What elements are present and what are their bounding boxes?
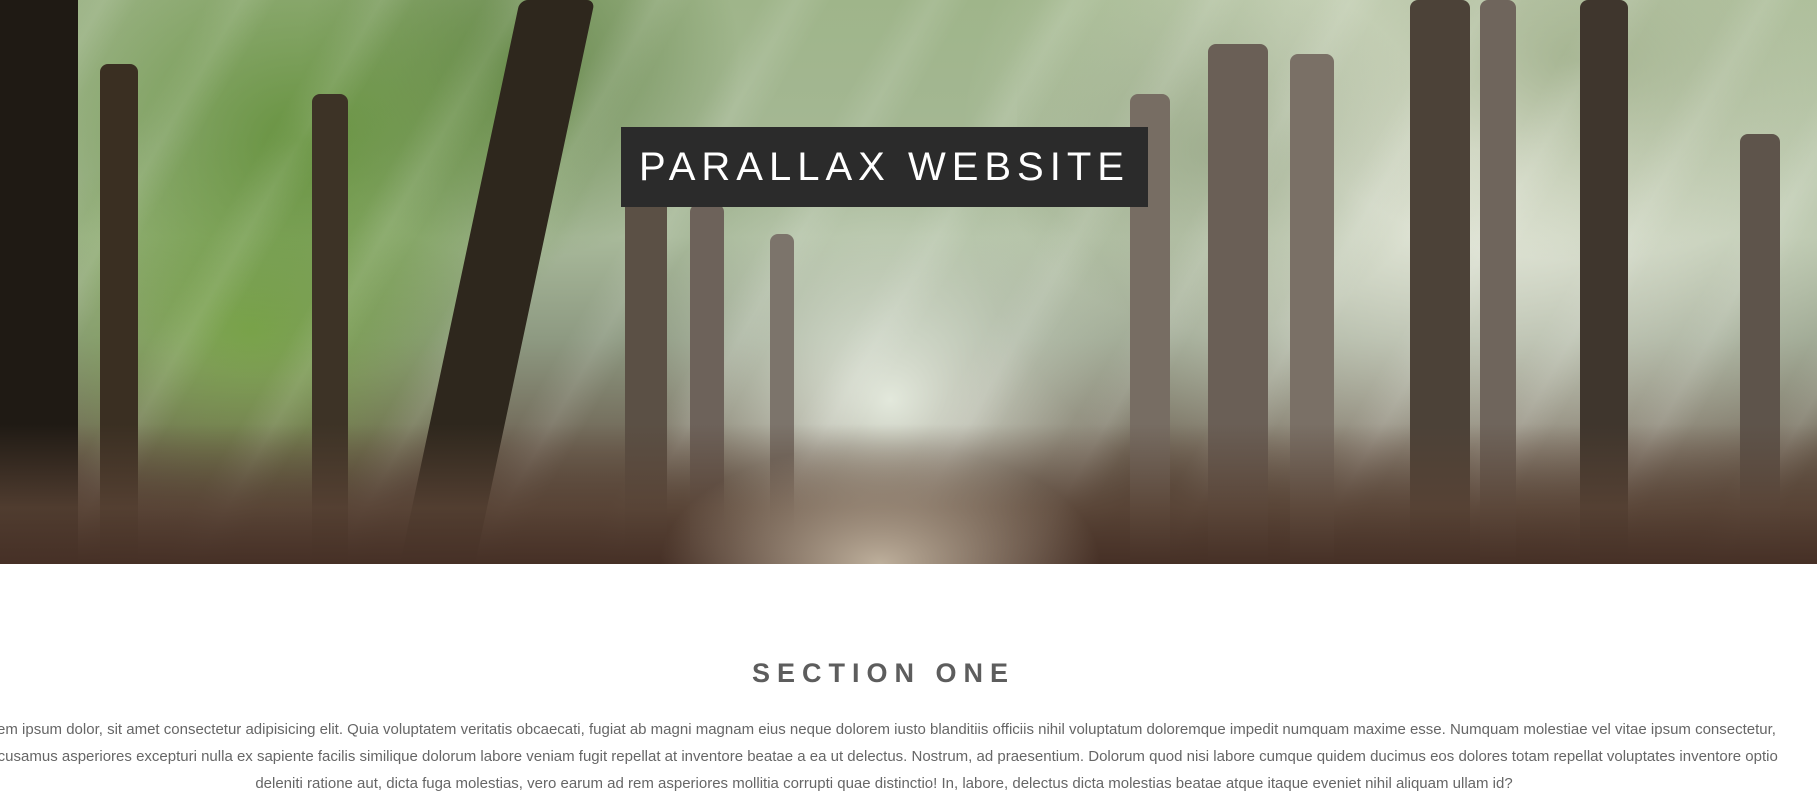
paragraph-line: ccusamus asperiores excepturi nulla ex s… <box>0 748 1778 765</box>
hero-section: PARALLAX WEBSITE <box>0 0 1817 564</box>
section-one: SECTION ONE rem ipsum dolor, sit amet co… <box>0 564 1817 805</box>
paragraph-line: deleniti ratione aut, dicta fuga molesti… <box>255 775 1513 792</box>
hero-title: PARALLAX WEBSITE <box>639 144 1130 189</box>
section-heading: SECTION ONE <box>751 658 1016 688</box>
section-paragraph: rem ipsum dolor, sit amet consectetur ad… <box>0 716 1784 797</box>
forest-path-ground <box>0 424 1817 564</box>
hero-title-box: PARALLAX WEBSITE <box>621 127 1148 207</box>
paragraph-line: rem ipsum dolor, sit amet consectetur ad… <box>0 721 1776 738</box>
